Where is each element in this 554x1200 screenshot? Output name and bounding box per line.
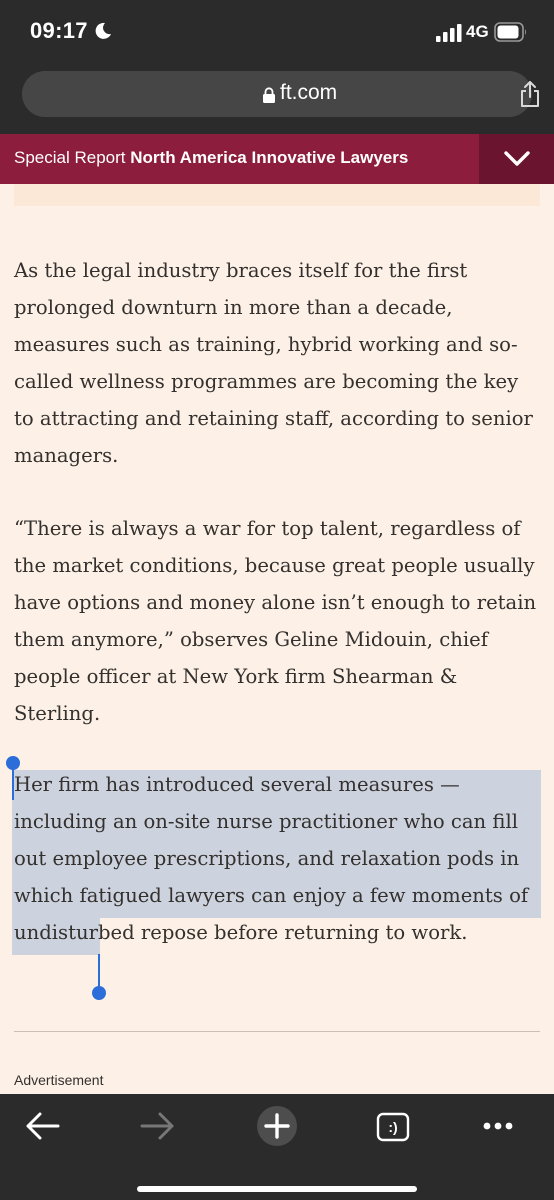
network-label: 4G — [466, 22, 489, 41]
new-tab-plus-icon — [257, 1106, 297, 1146]
tabs-count: :) — [388, 1119, 398, 1135]
article-paragraph: “There is always a war for top talent, r… — [14, 517, 537, 725]
more-menu-icon — [483, 1122, 513, 1130]
lock-icon — [263, 87, 275, 103]
address-bar[interactable]: ft.com — [22, 71, 539, 117]
article-paragraph-selected: Her firm has introduced several measures… — [14, 773, 529, 944]
chevron-down-icon — [504, 151, 530, 166]
browser-toolbar: :) — [0, 1094, 554, 1200]
status-bar: 09:17 4G — [0, 0, 554, 66]
browser-address-region: ft.com — [0, 66, 554, 134]
moon-icon — [95, 22, 111, 39]
back-button[interactable] — [14, 1104, 70, 1148]
article-paragraph: As the legal industry braces itself for … — [14, 259, 533, 467]
more-menu-button[interactable] — [470, 1104, 526, 1148]
selection-start-handle[interactable] — [12, 766, 14, 800]
share-icon[interactable] — [518, 80, 542, 108]
previous-content-box — [14, 184, 540, 206]
special-report-banner[interactable]: Special Report North America Innovative … — [0, 134, 554, 184]
section-divider — [14, 1031, 540, 1032]
forward-button[interactable] — [130, 1104, 186, 1148]
report-title[interactable]: North America Innovative Lawyers — [130, 148, 408, 167]
new-tab-button[interactable] — [249, 1104, 305, 1148]
banner-expand-button[interactable] — [479, 134, 554, 184]
tabs-button[interactable]: :) — [365, 1104, 421, 1148]
selection-start-handle-knob[interactable] — [6, 756, 20, 770]
selection-end-handle[interactable] — [98, 954, 100, 990]
battery-icon — [494, 22, 526, 42]
selection-end-handle-knob[interactable] — [92, 986, 106, 1000]
article-body: As the legal industry braces itself for … — [0, 184, 554, 1094]
status-time: 09:17 — [30, 18, 88, 43]
back-arrow-icon — [26, 1112, 60, 1140]
forward-arrow-icon — [140, 1112, 174, 1140]
signal-icon — [436, 24, 462, 42]
report-banner-text: Special Report North America Innovative … — [14, 148, 408, 168]
url-text: ft.com — [280, 81, 338, 104]
advertisement-label: Advertisement — [14, 1072, 104, 1088]
report-prefix: Special Report — [14, 148, 126, 167]
home-indicator[interactable] — [137, 1186, 417, 1192]
